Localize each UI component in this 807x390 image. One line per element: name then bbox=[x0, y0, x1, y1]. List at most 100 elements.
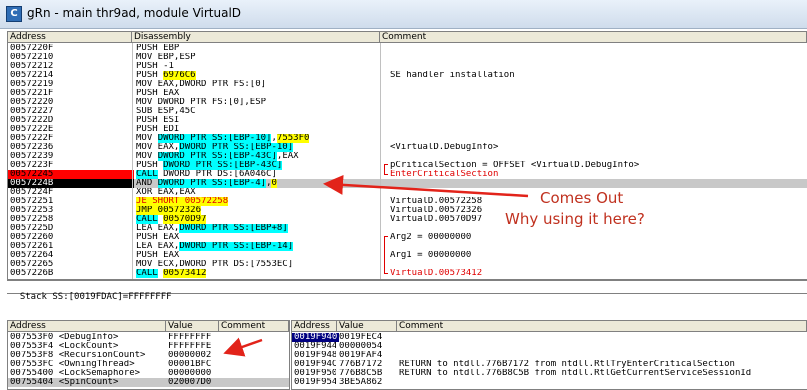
asm-token: DWORD PTR SS:[EBP-14] bbox=[179, 242, 294, 251]
disasm-comment bbox=[390, 260, 800, 269]
disasm-row[interactable]: 00572260 PUSH EAX Arg2 = 00000000 bbox=[8, 233, 807, 242]
disasm-row[interactable]: 0057226B CALL 00573412 VirtualD.00573412 bbox=[8, 269, 807, 278]
disasm-row[interactable]: 0057221F PUSH EAX bbox=[8, 89, 807, 98]
dump-value: 00000002 bbox=[168, 351, 212, 360]
stack-row[interactable]: 0019F950 776B8C5B RETURN to ntdll.776B8C5B… bbox=[292, 369, 807, 378]
dump-value: 00000000 bbox=[168, 369, 212, 378]
disasm-address: 00572220 bbox=[10, 98, 54, 107]
disasm-address: 0057222D bbox=[10, 116, 54, 125]
dump-header-comment[interactable]: Comment bbox=[219, 321, 289, 332]
asm-token: MOV EAX,DWORD PTR FS:[0] bbox=[136, 80, 267, 89]
disasm-row[interactable]: 00572220 MOV DWORD PTR FS:[0],ESP bbox=[8, 98, 807, 107]
stack-row[interactable]: 0019F954 3BE5A862 bbox=[292, 378, 807, 387]
dump-address: 007553FC <OwningThread> bbox=[10, 360, 135, 369]
disasm-row[interactable]: 0057224B AND DWORD PTR SS:[EBP-4],0 bbox=[8, 179, 807, 188]
dump-row[interactable]: 007553F8 <RecursionCount> 00000002 bbox=[8, 351, 289, 360]
disasm-row[interactable]: 00572212 PUSH -1 bbox=[8, 62, 807, 71]
disasm-comment bbox=[390, 62, 800, 71]
dump-value: 020007D0 bbox=[168, 378, 212, 387]
disasm-row[interactable]: 00572265 MOV ECX,DWORD PTR DS:[7553EC] bbox=[8, 260, 807, 269]
stack-header-comment[interactable]: Comment bbox=[397, 321, 807, 332]
disasm-address: 00572253 bbox=[10, 206, 54, 215]
asm-token: 00570D97 bbox=[163, 215, 207, 224]
disasm-row[interactable]: 00572253 JMP 00572326 VirtualD.00572326 bbox=[8, 206, 807, 215]
disasm-instruction: PUSH EDI bbox=[136, 125, 378, 134]
app-icon: C bbox=[6, 6, 22, 22]
stack-header-value[interactable]: Value bbox=[337, 321, 397, 332]
disasm-address: 00572227 bbox=[10, 107, 54, 116]
asm-token: PUSH EBP bbox=[136, 44, 180, 53]
disasm-row[interactable]: 00572239 MOV DWORD PTR SS:[EBP-43C],EAX bbox=[8, 152, 807, 161]
dump-row[interactable]: 00755400 <LockSemaphore> 00000000 bbox=[8, 369, 289, 378]
disasm-comment bbox=[390, 89, 800, 98]
disasm-row[interactable]: 00572227 SUB ESP,45C bbox=[8, 107, 807, 116]
stack-comment bbox=[399, 342, 805, 351]
stack-header-address[interactable]: Address bbox=[292, 321, 337, 332]
disasm-address: 0057223F bbox=[10, 161, 54, 170]
stack-address: 0019F954 bbox=[294, 378, 336, 387]
disasm-row[interactable]: 0057222F MOV DWORD PTR SS:[EBP-10],7553F0 bbox=[8, 134, 807, 143]
col-header-comment[interactable]: Comment bbox=[380, 32, 807, 43]
disasm-comment: Arg2 = 00000000 bbox=[390, 233, 472, 242]
dump-pane[interactable]: Address Value Comment 007553F0 <DebugInf… bbox=[7, 320, 290, 390]
dump-row[interactable]: 00755404 <SpinCount> 020007D0 bbox=[8, 378, 289, 387]
disasm-row[interactable]: 0057220F PUSH EBP bbox=[8, 44, 807, 53]
dump-header-address[interactable]: Address bbox=[8, 321, 166, 332]
disasm-address: 00572214 bbox=[10, 71, 54, 80]
disasm-instruction: PUSH EAX bbox=[136, 233, 378, 242]
dump-row[interactable]: 007553F0 <DebugInfo> FFFFFFFF bbox=[8, 333, 289, 342]
disasm-row[interactable]: 00572251 JE SHORT 00572258 VirtualD.005722… bbox=[8, 197, 807, 206]
asm-token: PUSH -1 bbox=[136, 62, 174, 71]
dump-row[interactable]: 007553F4 <LockCount> FFFFFFFE bbox=[8, 342, 289, 351]
disasm-row[interactable]: 0057224F XOR EAX,EAX bbox=[8, 188, 807, 197]
disasm-instruction: JMP 00572326 bbox=[136, 206, 378, 215]
disasm-row[interactable]: 00572214 PUSH 6976C6 SE handler installati… bbox=[8, 71, 807, 80]
disasm-instruction: MOV EAX,DWORD PTR FS:[0] bbox=[136, 80, 378, 89]
disasm-row[interactable]: 0057222D PUSH ESI bbox=[8, 116, 807, 125]
disasm-row[interactable]: 00572219 MOV EAX,DWORD PTR FS:[0] bbox=[8, 80, 807, 89]
disassembly-pane[interactable]: Address Disassembly Comment 0057220F PUSH… bbox=[7, 31, 807, 280]
stack-row[interactable]: 0019F944 00000054 bbox=[292, 342, 807, 351]
stack-row[interactable]: 0019F948 0019FAF4 bbox=[292, 351, 807, 360]
stack-value: 00000054 bbox=[339, 342, 383, 351]
annotation-why-here: Why using it here? bbox=[505, 210, 645, 228]
disasm-address: 00572219 bbox=[10, 80, 54, 89]
disasm-row[interactable]: 00572258 CALL 00570D97 VirtualD.00570D97 bbox=[8, 215, 807, 224]
disasm-address: 0057221F bbox=[10, 89, 54, 98]
stack-comment bbox=[399, 351, 805, 360]
asm-token: PUSH EAX bbox=[136, 89, 180, 98]
disasm-row[interactable]: 00572245 CALL DWORD PTR DS:[6A046C] EnterC… bbox=[8, 170, 807, 179]
asm-token: ,EAX bbox=[276, 152, 299, 161]
dump-row[interactable]: 007553FC <OwningThread> 00001BFC bbox=[8, 360, 289, 369]
asm-token: MOV bbox=[136, 134, 158, 143]
disasm-instruction: SUB ESP,45C bbox=[136, 107, 378, 116]
asm-token: DWORD PTR SS:[EBP-4] bbox=[157, 179, 267, 188]
disasm-comment: Arg1 = 00000000 bbox=[390, 251, 472, 260]
disasm-comment: EnterCriticalSection bbox=[390, 170, 499, 179]
disasm-row[interactable]: 00572261 LEA EAX,DWORD PTR SS:[EBP-14] bbox=[8, 242, 807, 251]
disasm-instruction: JE SHORT 00572258 bbox=[136, 197, 378, 206]
asm-token: JMP 00572326 bbox=[136, 206, 202, 215]
disasm-row[interactable]: 0057225D LEA EAX,DWORD PTR SS:[EBP+8] bbox=[8, 224, 807, 233]
stack-value: 776B7172 bbox=[339, 360, 383, 369]
disasm-instruction: LEA EAX,DWORD PTR SS:[EBP+8] bbox=[136, 224, 378, 233]
stack-comment bbox=[399, 333, 805, 342]
disasm-comment bbox=[390, 44, 800, 53]
col-header-address[interactable]: Address bbox=[8, 32, 132, 43]
stack-row[interactable]: 0019F94C 776B7172 RETURN to ntdll.776B7172… bbox=[292, 360, 807, 369]
disasm-comment bbox=[390, 107, 800, 116]
disasm-row[interactable]: 00572264 PUSH EAX Arg1 = 00000000 bbox=[8, 251, 807, 260]
disasm-row[interactable]: 00572210 MOV EBP,ESP bbox=[8, 53, 807, 62]
stack-row[interactable]: 0019F940 0019FEC4 bbox=[292, 333, 807, 342]
stack-pane[interactable]: Address Value Comment 0019F940 0019FEC4 00… bbox=[291, 320, 807, 390]
asm-token: 00573412 bbox=[163, 269, 207, 278]
disasm-comment: SE handler installation bbox=[390, 71, 515, 80]
asm-token: SUB ESP,45C bbox=[136, 107, 196, 116]
col-header-disassembly[interactable]: Disassembly bbox=[132, 32, 380, 43]
disasm-row[interactable]: 00572236 MOV EAX,DWORD PTR SS:[EBP-10] <Vi… bbox=[8, 143, 807, 152]
info-bar: Stack SS:[0019FDAC]=FFFFFFFF bbox=[7, 280, 807, 302]
disasm-row[interactable]: 0057222E PUSH EDI bbox=[8, 125, 807, 134]
disasm-comment bbox=[390, 242, 800, 251]
dump-header-value[interactable]: Value bbox=[166, 321, 219, 332]
disasm-row[interactable]: 0057223F PUSH DWORD PTR SS:[EBP-43C] pCrit… bbox=[8, 161, 807, 170]
